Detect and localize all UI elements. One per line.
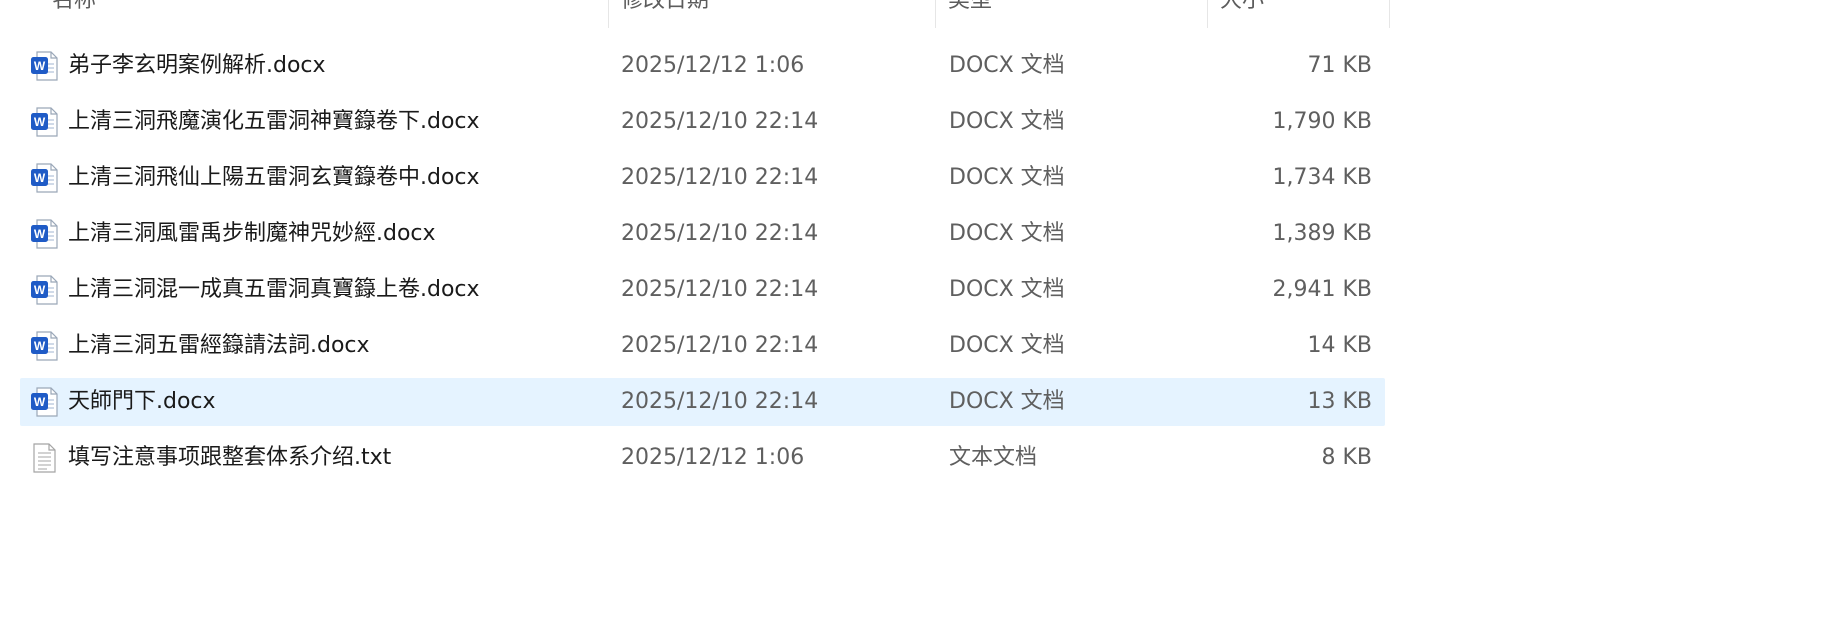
file-row[interactable]: W 弟子李玄明案例解析.docx 2025/12/12 1:06 DOCX 文档 71 … bbox=[20, 42, 1385, 90]
file-size: 13 KB bbox=[1307, 389, 1372, 414]
file-type: DOCX 文档 bbox=[949, 333, 1065, 358]
file-size: 14 KB bbox=[1307, 333, 1372, 358]
file-size: 1,734 KB bbox=[1272, 165, 1373, 190]
file-name: 上清三洞飛魔演化五雷洞神寶籙卷下.docx bbox=[68, 109, 480, 134]
column-header-name[interactable]: 名称 bbox=[52, 0, 96, 28]
word-doc-icon: W bbox=[30, 331, 58, 361]
file-name: 天師門下.docx bbox=[68, 389, 216, 414]
column-header-size[interactable]: 大小 bbox=[1220, 0, 1264, 28]
svg-text:W: W bbox=[34, 227, 46, 241]
file-modified-date: 2025/12/12 1:06 bbox=[621, 53, 805, 78]
word-doc-icon: W bbox=[30, 51, 58, 81]
file-modified-date: 2025/12/10 22:14 bbox=[621, 277, 819, 302]
file-size: 1,790 KB bbox=[1272, 109, 1373, 134]
file-name: 上清三洞混一成真五雷洞真寶籙上卷.docx bbox=[68, 277, 480, 302]
svg-text:W: W bbox=[34, 395, 46, 409]
column-header-bar: 名称 修改日期 类型 大小 bbox=[0, 0, 1400, 28]
text-doc-icon bbox=[30, 443, 58, 473]
file-row[interactable]: 填写注意事项跟整套体系介绍.txt 2025/12/12 1:06 文本文档 8 KB bbox=[20, 434, 1385, 482]
file-size: 8 KB bbox=[1321, 445, 1372, 470]
file-type: DOCX 文档 bbox=[949, 165, 1065, 190]
file-size: 1,389 KB bbox=[1272, 221, 1373, 246]
column-divider[interactable] bbox=[1389, 0, 1390, 28]
file-modified-date: 2025/12/10 22:14 bbox=[621, 221, 819, 246]
svg-text:W: W bbox=[34, 115, 46, 129]
file-type: DOCX 文档 bbox=[949, 53, 1065, 78]
file-name: 填写注意事项跟整套体系介绍.txt bbox=[68, 445, 392, 470]
file-name: 上清三洞風雷禹步制魔神咒妙經.docx bbox=[68, 221, 436, 246]
word-doc-icon: W bbox=[30, 275, 58, 305]
file-row[interactable]: W 上清三洞混一成真五雷洞真寶籙上卷.docx 2025/12/10 22:14 DO… bbox=[20, 266, 1385, 314]
file-row[interactable]: W 上清三洞飛魔演化五雷洞神寶籙卷下.docx 2025/12/10 22:14 DO… bbox=[20, 98, 1385, 146]
file-modified-date: 2025/12/10 22:14 bbox=[621, 109, 819, 134]
file-list: 名称 修改日期 类型 大小 W 弟子李玄明案例解析.docx 2025/12/12 … bbox=[0, 0, 1831, 632]
file-type: DOCX 文档 bbox=[949, 221, 1065, 246]
file-name: 上清三洞五雷經籙請法詞.docx bbox=[68, 333, 370, 358]
file-size: 2,941 KB bbox=[1272, 277, 1373, 302]
svg-text:W: W bbox=[34, 59, 46, 73]
column-divider[interactable] bbox=[1207, 0, 1208, 28]
file-modified-date: 2025/12/10 22:14 bbox=[621, 333, 819, 358]
column-divider[interactable] bbox=[935, 0, 936, 28]
svg-text:W: W bbox=[34, 339, 46, 353]
file-type: DOCX 文档 bbox=[949, 109, 1065, 134]
word-doc-icon: W bbox=[30, 107, 58, 137]
svg-text:W: W bbox=[34, 283, 46, 297]
file-row[interactable]: W 天師門下.docx 2025/12/10 22:14 DOCX 文档 13 KB bbox=[20, 378, 1385, 426]
column-divider[interactable] bbox=[608, 0, 609, 28]
file-row[interactable]: W 上清三洞飛仙上陽五雷洞玄寶籙卷中.docx 2025/12/10 22:14 DO… bbox=[20, 154, 1385, 202]
file-modified-date: 2025/12/10 22:14 bbox=[621, 165, 819, 190]
file-row[interactable]: W 上清三洞五雷經籙請法詞.docx 2025/12/10 22:14 DOCX 文档… bbox=[20, 322, 1385, 370]
column-header-date[interactable]: 修改日期 bbox=[621, 0, 709, 28]
file-name: 上清三洞飛仙上陽五雷洞玄寶籙卷中.docx bbox=[68, 165, 480, 190]
file-modified-date: 2025/12/12 1:06 bbox=[621, 445, 805, 470]
svg-text:W: W bbox=[34, 171, 46, 185]
file-size: 71 KB bbox=[1307, 53, 1372, 78]
file-name: 弟子李玄明案例解析.docx bbox=[68, 53, 326, 78]
file-type: 文本文档 bbox=[949, 445, 1038, 470]
file-type: DOCX 文档 bbox=[949, 389, 1065, 414]
file-modified-date: 2025/12/10 22:14 bbox=[621, 389, 819, 414]
file-row[interactable]: W 上清三洞風雷禹步制魔神咒妙經.docx 2025/12/10 22:14 DOCX… bbox=[20, 210, 1385, 258]
word-doc-icon: W bbox=[30, 387, 58, 417]
word-doc-icon: W bbox=[30, 163, 58, 193]
file-type: DOCX 文档 bbox=[949, 277, 1065, 302]
word-doc-icon: W bbox=[30, 219, 58, 249]
column-header-type[interactable]: 类型 bbox=[948, 0, 992, 28]
